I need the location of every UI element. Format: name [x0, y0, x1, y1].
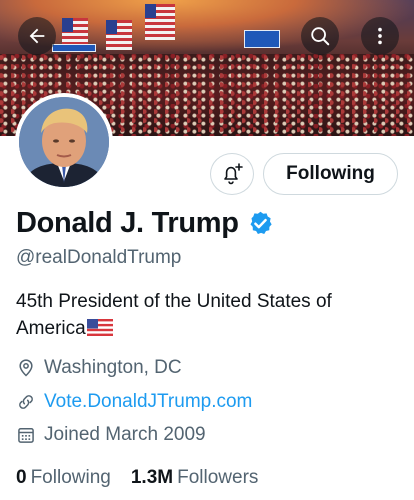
- profile-avatar[interactable]: [15, 93, 113, 191]
- following-label: Following: [30, 467, 111, 488]
- profile-bio: 45th President of the United States of A…: [16, 288, 396, 342]
- profile-location: Washington, DC: [16, 357, 182, 379]
- banner-flag: [145, 4, 175, 40]
- notifications-button[interactable]: [210, 153, 254, 195]
- website-link[interactable]: Vote.DonaldJTrump.com: [44, 391, 252, 413]
- profile-handle: @realDonaldTrump: [16, 247, 182, 268]
- followers-label: Followers: [177, 467, 259, 488]
- verified-badge-icon: [250, 211, 272, 234]
- following-count: 0: [16, 467, 27, 488]
- profile-website: Vote.DonaldJTrump.com: [16, 391, 252, 413]
- joined-text: Joined March 2009: [44, 424, 206, 445]
- more-button[interactable]: [361, 17, 399, 55]
- back-button[interactable]: [18, 17, 56, 55]
- banner-sign: [244, 30, 280, 48]
- us-flag-icon: [86, 319, 113, 336]
- following-stat-link[interactable]: 0 Following: [16, 467, 111, 489]
- location-pin-icon: [16, 358, 36, 378]
- avatar-portrait-image: [19, 97, 109, 187]
- search-icon: [311, 27, 330, 46]
- more-vertical-icon: [378, 27, 382, 45]
- bell-plus-icon: [224, 163, 243, 185]
- search-button[interactable]: [301, 17, 339, 55]
- profile-stats: 0 Following 1.3M Followers: [16, 467, 278, 489]
- profile-name-row: Donald J. Trump: [16, 207, 274, 240]
- banner-flag: [106, 20, 132, 50]
- following-button[interactable]: Following: [263, 153, 398, 195]
- bio-text: 45th President of the United States of A…: [16, 291, 332, 339]
- banner-sign: [52, 44, 96, 52]
- profile-name: Donald J. Trump: [16, 207, 239, 239]
- followers-count: 1.3M: [130, 467, 174, 488]
- link-icon: [16, 392, 36, 412]
- calendar-icon: [16, 425, 36, 445]
- profile-joined: Joined March 2009: [16, 424, 206, 446]
- arrow-left-icon: [29, 28, 45, 44]
- followers-stat-link[interactable]: 1.3M Followers: [131, 467, 259, 489]
- location-text: Washington, DC: [44, 357, 182, 378]
